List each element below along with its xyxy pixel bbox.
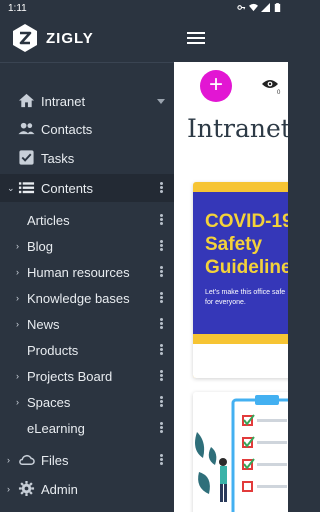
chevron-right-icon[interactable]: › [7,455,10,465]
sidebar-item-label: Intranet [41,93,86,109]
sidebar-item-label: eLearning [27,420,85,436]
sidebar-item-label: Human resources [27,264,130,280]
sidebar-item-news[interactable]: › News [0,310,174,338]
sidebar: Intranet Contacts Tasks ⌄ Contents Artic… [0,62,174,512]
sidebar-item-label: Projects Board [27,368,113,384]
sidebar-item-products[interactable]: Products [0,336,174,364]
card-subtext: Let's make this office safe for everyone… [205,289,286,306]
card-headline: COVID-19 Safety Guidelines [205,211,288,278]
chevron-down-icon[interactable]: ⌄ [7,183,15,194]
sidebar-item-files[interactable]: › Files [0,446,174,474]
people-icon [18,122,35,135]
more-options-icon[interactable] [160,240,164,252]
more-options-icon[interactable] [160,182,164,194]
sidebar-item-human-resources[interactable]: › Human resources [0,258,174,286]
sidebar-item-label: Tasks [41,150,75,166]
gear-icon [18,480,35,497]
signal-icon [261,3,270,12]
main-toolbar: + 0 [174,62,288,112]
more-options-icon[interactable] [160,370,164,382]
list-icon [18,182,35,194]
eye-icon[interactable] [262,78,278,90]
sidebar-item-contents[interactable]: ⌄ Contents [0,174,174,202]
status-bar: 1:11 [0,0,288,18]
more-options-icon[interactable] [160,422,164,434]
views-count: 0 [277,90,281,96]
main-content: + 0 Intranet COVID-19 Safety Guidelines … [174,62,288,512]
sidebar-item-label: Files [41,452,69,468]
sidebar-item-label: Products [27,342,79,358]
sidebar-item-label: Admin [41,481,78,497]
more-options-icon[interactable] [160,344,164,356]
sidebar-item-blog[interactable]: › Blog [0,232,174,260]
more-options-icon[interactable] [160,266,164,278]
chevron-right-icon[interactable]: › [16,293,19,303]
checklist-illustration [195,395,288,512]
more-options-icon[interactable] [160,214,164,226]
sidebar-item-intranet[interactable]: Intranet [0,87,174,115]
status-time: 1:11 [8,3,27,14]
chevron-right-icon[interactable]: › [16,319,19,329]
zigly-logo[interactable] [10,23,40,53]
chevron-right-icon[interactable]: › [16,267,19,277]
battery-icon [274,3,281,12]
app-header: ZIGLY [0,18,288,62]
more-options-icon[interactable] [160,454,164,466]
more-options-icon[interactable] [160,318,164,330]
wifi-icon [249,3,258,12]
page-title: Intranet [187,114,288,143]
sidebar-item-label: Contents [41,180,94,196]
sidebar-item-label: Articles [27,212,70,228]
card-image: COVID-19 Safety Guidelines Let's make th… [193,192,288,334]
cloud-icon [19,454,35,465]
sidebar-item-elearning[interactable]: eLearning [0,414,174,442]
home-icon [18,93,35,108]
checkbox-icon [19,150,34,165]
sidebar-item-label: Spaces [27,394,71,410]
menu-icon[interactable] [187,32,205,46]
sidebar-item-tasks[interactable]: Tasks [0,144,174,172]
sidebar-item-articles[interactable]: Articles [0,206,174,234]
sidebar-item-spaces[interactable]: › Spaces [0,388,174,416]
chevron-right-icon[interactable]: › [16,397,19,407]
chevron-right-icon[interactable]: › [7,484,10,494]
more-options-icon[interactable] [160,292,164,304]
sidebar-item-label: Blog [27,238,54,254]
sidebar-item-label: News [27,316,60,332]
sidebar-item-label: Knowledge bases [27,290,130,306]
more-options-icon[interactable] [160,396,164,408]
chevron-right-icon[interactable]: › [16,241,19,251]
status-icons [237,3,282,12]
chevron-right-icon[interactable]: › [16,371,19,381]
key-icon [237,5,246,10]
article-card-illustration[interactable] [193,392,288,512]
brand-name: ZIGLY [46,30,94,47]
sidebar-item-admin[interactable]: › Admin [0,475,174,503]
add-button[interactable]: + [200,70,232,102]
sidebar-item-contacts[interactable]: Contacts [0,115,174,143]
sidebar-item-projects-board[interactable]: › Projects Board [0,362,174,390]
sidebar-item-label: Contacts [41,121,93,137]
dropdown-caret-icon[interactable] [157,99,165,104]
article-card[interactable]: COVID-19 Safety Guidelines Let's make th… [193,182,288,378]
sidebar-item-knowledge-bases[interactable]: › Knowledge bases [0,284,174,312]
